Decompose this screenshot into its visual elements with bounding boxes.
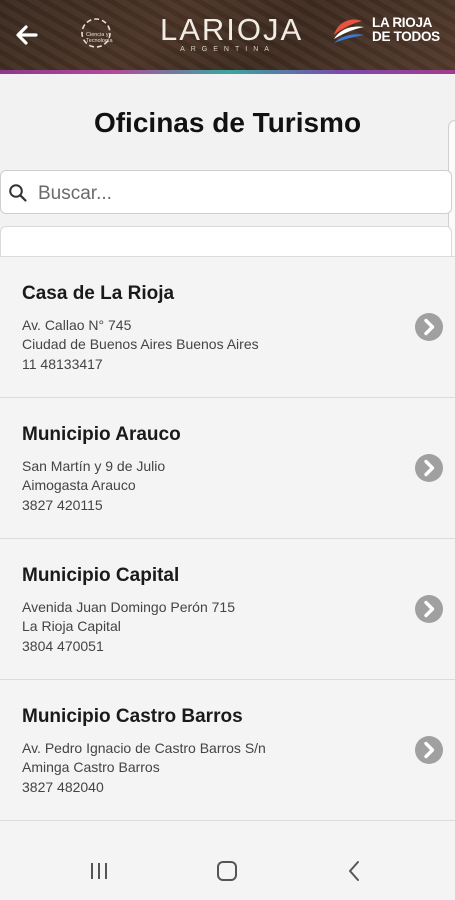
office-city: Aminga Castro Barros [22,759,160,775]
chevron-right-icon[interactable] [414,735,444,765]
list-item[interactable]: Municipio Castro Barros Av. Pedro Ignaci… [0,679,455,820]
office-name: Municipio Arauco [22,424,181,445]
rioja-flag-icon [330,15,366,47]
page-title: Oficinas de Turismo [93,107,362,138]
office-phone: 11 48133417 [22,356,103,372]
brand-title: LARIOJA [160,12,304,47]
office-city: La Rioja Capital [22,618,121,634]
badge-line-2: DE TODOS [372,29,440,44]
brand-logo: LARIOJA ARGENTINA [160,12,304,54]
office-city: Ciudad de Buenos Aires Buenos Aires [22,336,259,352]
search-placeholder: Buscar... [38,183,112,204]
home-icon[interactable] [214,858,240,884]
office-list: Casa de La Rioja Av. Callao N° 745 Ciuda… [0,256,455,850]
office-address: Av. Pedro Ignacio de Castro Barros S/n [22,740,266,756]
search-input[interactable]: Buscar... [0,170,452,214]
brand-subtitle: ARGENTINA [180,46,275,53]
office-address: Avenida Juan Domingo Perón 715 [22,599,236,615]
list-item[interactable]: Municipio Capital Avenida Juan Domingo P… [0,538,455,679]
office-phone: 3827 420115 [22,497,103,513]
office-phone: 3804 470051 [22,638,104,654]
ciencia-tecnologia-logo: Ciencia y Tecnología [76,17,118,49]
rioja-de-todos-badge: LA RIOJA DE TODOS [372,16,440,44]
system-nav-bar [0,840,455,900]
sub-logo-text: Ciencia y Tecnología [86,32,113,44]
app-header: Ciencia y Tecnología LARIOJA ARGENTINA L… [0,0,455,74]
chevron-right-icon[interactable] [414,453,444,483]
office-name: Casa de La Rioja [22,283,175,304]
badge-line-1: LA RIOJA [372,15,433,30]
recents-icon[interactable] [86,858,112,884]
list-item[interactable]: Casa de La Rioja Av. Callao N° 745 Ciuda… [0,256,455,397]
list-item[interactable]: Municipio Arauco San Martín y 9 de Julio… [0,397,455,538]
back-button[interactable] [12,20,42,50]
office-name: Municipio Castro Barros [22,706,243,727]
chevron-right-icon[interactable] [414,312,444,342]
list-header [0,226,452,256]
nav-back-icon[interactable] [342,858,368,884]
office-name: Municipio Capital [22,565,180,586]
chevron-right-icon[interactable] [414,594,444,624]
office-address: San Martín y 9 de Julio [22,458,166,474]
search-icon [9,184,27,202]
header-accent-stripe [0,70,455,74]
arrow-left-icon [16,25,38,45]
office-address: Av. Callao N° 745 [22,317,132,333]
office-city: Aimogasta Arauco [22,477,136,493]
office-phone: 3827 482040 [22,779,104,795]
